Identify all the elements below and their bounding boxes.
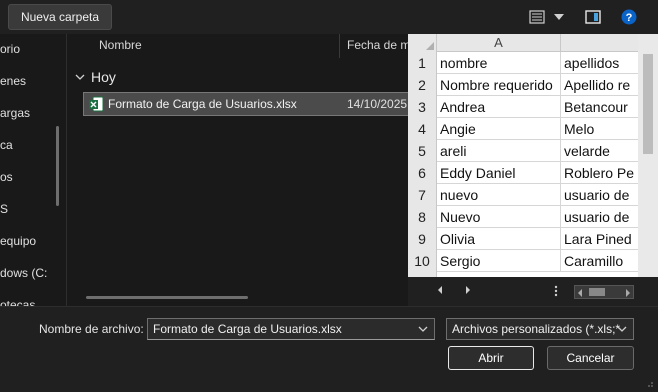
- filename-input[interactable]: Formato de Carga de Usuarios.xlsx: [147, 318, 435, 340]
- toolbar: Nueva carpeta ?: [0, 0, 658, 34]
- nav-scrollbar[interactable]: [56, 126, 59, 206]
- nav-item[interactable]: orio: [0, 42, 20, 56]
- excel-icon: [89, 96, 104, 112]
- sheet-row: 10 Sergio Caramillo: [408, 250, 638, 272]
- cell-a[interactable]: Olivia: [437, 228, 561, 250]
- select-all-corner[interactable]: [408, 34, 437, 52]
- cancel-button[interactable]: Cancelar: [547, 346, 634, 370]
- cell-a[interactable]: Sergio: [437, 250, 561, 272]
- file-row[interactable]: Formato de Carga de Usuarios.xlsx 14/10/…: [83, 92, 408, 116]
- cell-b[interactable]: Apellido re: [561, 74, 638, 96]
- sheet-row: 4 Angie Melo: [408, 118, 638, 140]
- sheet-horizontal-scroll-thumb[interactable]: [589, 288, 605, 296]
- scroll-left-icon[interactable]: [577, 289, 583, 297]
- cell-b[interactable]: usuario de: [561, 184, 638, 206]
- row-number: 7: [408, 184, 437, 206]
- row-number: 8: [408, 206, 437, 228]
- dialog-footer: Nombre de archivo: Formato de Carga de U…: [0, 306, 658, 392]
- nav-item[interactable]: otecas: [0, 298, 35, 306]
- group-header[interactable]: Hoy: [75, 69, 116, 85]
- cell-b[interactable]: Roblero Pe: [561, 162, 638, 184]
- sheet-row: 1 nombre apellidos: [408, 52, 638, 74]
- nav-item[interactable]: argas: [0, 106, 30, 120]
- cell-b[interactable]: velarde: [561, 140, 638, 162]
- cell-b[interactable]: Betancour: [561, 96, 638, 118]
- preview-pane: A 1 nombre apellidos 2 Nombre requerido …: [408, 34, 658, 306]
- file-list-pane: Nombre Fecha de m Hoy Formato de Carga d…: [67, 34, 408, 306]
- nav-item[interactable]: equipo: [0, 234, 36, 248]
- sheet-row: 6 Eddy Daniel Roblero Pe: [408, 162, 638, 184]
- row-number: 10: [408, 250, 437, 272]
- sheet-row: 3 Andrea Betancour: [408, 96, 638, 118]
- row-number: 5: [408, 140, 437, 162]
- chevron-down-icon[interactable]: [617, 325, 627, 333]
- file-date: 14/10/2025: [347, 97, 408, 111]
- cell-a[interactable]: areli: [437, 140, 561, 162]
- open-button[interactable]: Abrir: [448, 346, 534, 370]
- row-number: 4: [408, 118, 437, 140]
- column-header-b[interactable]: [561, 34, 638, 52]
- row-number: 6: [408, 162, 437, 184]
- cell-a[interactable]: Angie: [437, 118, 561, 140]
- spreadsheet-preview: A 1 nombre apellidos 2 Nombre requerido …: [408, 34, 638, 277]
- scroll-right-icon[interactable]: [625, 289, 631, 297]
- nav-item[interactable]: os: [0, 170, 13, 184]
- sheet-prev-icon[interactable]: [436, 285, 444, 295]
- cell-b[interactable]: usuario de: [561, 206, 638, 228]
- sheet-row: 5 areli velarde: [408, 140, 638, 162]
- filename-value: Formato de Carga de Usuarios.xlsx: [153, 322, 342, 336]
- column-header-date[interactable]: Fecha de m: [347, 38, 408, 52]
- sheet-row: 2 Nombre requerido Apellido re: [408, 74, 638, 96]
- view-menu-icon[interactable]: [527, 7, 547, 27]
- cell-a[interactable]: Nuevo: [437, 206, 561, 228]
- list-horizontal-scrollbar[interactable]: [86, 296, 248, 299]
- preview-pane-icon[interactable]: [583, 7, 603, 27]
- sheet-row: 8 Nuevo usuario de: [408, 206, 638, 228]
- cell-a[interactable]: nuevo: [437, 184, 561, 206]
- sheet-row: 7 nuevo usuario de: [408, 184, 638, 206]
- row-number: 9: [408, 228, 437, 250]
- file-type-select[interactable]: Archivos personalizados (*.xls;*: [446, 318, 634, 340]
- sheet-vertical-scroll-thumb[interactable]: [643, 54, 653, 154]
- cell-a[interactable]: Nombre requerido: [437, 74, 561, 96]
- cell-a[interactable]: Andrea: [437, 96, 561, 118]
- filename-label: Nombre de archivo:: [39, 322, 144, 336]
- sheet-navigation-bar: [408, 277, 658, 306]
- cell-a[interactable]: Eddy Daniel: [437, 162, 561, 184]
- navigation-pane: orio enes argas ca os S equipo dows (C: …: [0, 34, 66, 306]
- file-name: Formato de Carga de Usuarios.xlsx: [108, 97, 297, 111]
- column-header-row: A: [408, 34, 638, 52]
- chevron-down-icon[interactable]: [549, 7, 569, 27]
- column-header-name[interactable]: Nombre: [99, 38, 142, 52]
- help-icon[interactable]: ?: [619, 7, 639, 27]
- help-glyph: ?: [626, 12, 633, 24]
- file-type-value: Archivos personalizados (*.xls;*: [452, 322, 621, 336]
- nav-item[interactable]: enes: [0, 74, 26, 88]
- nav-item[interactable]: dows (C:: [0, 266, 47, 280]
- nav-item[interactable]: S: [0, 202, 8, 216]
- resize-grip-icon[interactable]: [644, 378, 654, 388]
- cell-b[interactable]: apellidos: [561, 52, 638, 74]
- cell-b[interactable]: Lara Pined: [561, 228, 638, 250]
- chevron-down-icon[interactable]: [418, 325, 428, 333]
- cell-a[interactable]: nombre: [437, 52, 561, 74]
- row-number: 3: [408, 96, 437, 118]
- sheet-next-icon[interactable]: [464, 285, 472, 295]
- chevron-down-icon: [75, 74, 85, 80]
- cell-b[interactable]: Caramillo: [561, 250, 638, 272]
- cell-b[interactable]: Melo: [561, 118, 638, 140]
- more-options-icon[interactable]: [554, 285, 558, 297]
- sheet-vertical-scrollbar[interactable]: [638, 34, 658, 277]
- column-separator[interactable]: [339, 34, 340, 58]
- row-number: 2: [408, 74, 437, 96]
- sheet-horizontal-scrollbar[interactable]: [574, 285, 634, 299]
- new-folder-button[interactable]: Nueva carpeta: [8, 4, 112, 30]
- column-header-a[interactable]: A: [437, 34, 561, 52]
- row-number: 1: [408, 52, 437, 74]
- nav-item[interactable]: ca: [0, 138, 13, 152]
- group-label: Hoy: [91, 69, 116, 85]
- sheet-row: 9 Olivia Lara Pined: [408, 228, 638, 250]
